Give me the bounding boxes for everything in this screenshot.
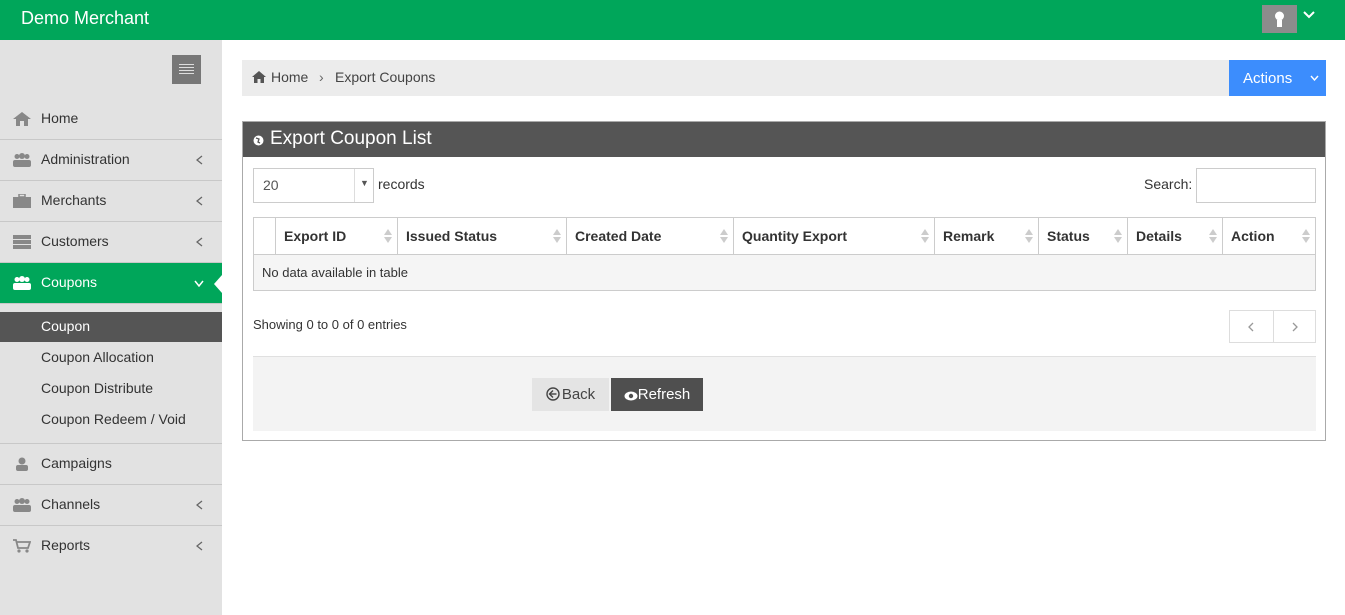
records-label: records xyxy=(378,176,425,192)
sort-icon xyxy=(1114,229,1122,243)
submenu-item-coupon-allocation[interactable]: Coupon Allocation xyxy=(0,343,222,373)
previous-page-button[interactable] xyxy=(1230,311,1273,342)
chevron-left-icon xyxy=(196,155,203,165)
sort-icon xyxy=(1025,229,1033,243)
empty-table-message: No data available in table xyxy=(262,265,408,280)
breadcrumb: Home › Export Coupons xyxy=(242,60,1229,96)
column-header-issued-status[interactable]: Issued Status xyxy=(397,218,566,255)
brand-title[interactable]: Demo Merchant xyxy=(21,8,149,29)
back-button[interactable]: Back xyxy=(532,378,609,411)
users-icon xyxy=(13,153,31,167)
cart-icon xyxy=(13,539,31,553)
breadcrumb-home-link[interactable]: Home xyxy=(271,69,308,85)
submenu-item-label: Coupon xyxy=(41,318,91,334)
submenu-item-coupon-redeem-void[interactable]: Coupon Redeem / Void xyxy=(0,405,222,435)
breadcrumb-separator: › xyxy=(319,69,324,85)
sidebar-item-label: Coupons xyxy=(41,274,98,290)
column-header-remark[interactable]: Remark xyxy=(934,218,1038,255)
users-icon xyxy=(13,276,31,290)
page-length-value: 20 xyxy=(263,177,279,193)
eye-icon xyxy=(624,391,638,401)
sidebar: Home Administration Merchants Customers … xyxy=(0,40,222,615)
chevron-down-icon xyxy=(194,280,204,287)
coupons-submenu: Coupon Coupon Allocation Coupon Distribu… xyxy=(0,304,222,444)
breadcrumb-current: Export Coupons xyxy=(335,69,436,85)
actions-dropdown-button[interactable]: Actions xyxy=(1229,60,1326,96)
refresh-button[interactable]: Refresh xyxy=(611,378,703,411)
sort-icon xyxy=(553,229,561,243)
caret-down-icon: ▼ xyxy=(360,178,369,188)
submenu-item-coupon[interactable]: Coupon xyxy=(0,312,222,342)
sidebar-item-home[interactable]: Home xyxy=(0,99,222,140)
sidebar-item-reports[interactable]: Reports xyxy=(0,526,222,567)
sort-icon xyxy=(1302,229,1310,243)
sidebar-item-label: Reports xyxy=(41,537,91,553)
chevron-left-icon xyxy=(196,196,203,206)
column-header-created-date[interactable]: Created Date xyxy=(566,218,733,255)
pagination xyxy=(1229,310,1316,343)
sidebar-item-label: Customers xyxy=(41,233,109,249)
chevron-right-icon xyxy=(1292,322,1298,332)
users-icon xyxy=(13,498,31,512)
home-icon xyxy=(13,112,31,126)
search-label: Search: xyxy=(1144,176,1193,192)
sidebar-item-customers[interactable]: Customers xyxy=(0,222,222,263)
sidebar-item-campaigns[interactable]: Campaigns xyxy=(0,444,222,485)
sidebar-item-label: Home xyxy=(41,110,79,126)
user-icon xyxy=(1275,11,1284,27)
next-page-button[interactable] xyxy=(1273,311,1316,342)
sidebar-item-label: Campaigns xyxy=(41,455,112,471)
submenu-item-coupon-distribute[interactable]: Coupon Distribute xyxy=(0,374,222,404)
sidebar-toggle-button[interactable] xyxy=(172,55,201,84)
briefcase-icon xyxy=(13,194,31,208)
form-actions: Back Refresh xyxy=(253,356,1316,431)
column-header-quantity-export[interactable]: Quantity Export xyxy=(733,218,934,255)
sidebar-item-label: Merchants xyxy=(41,192,107,208)
panel-title: Export Coupon List xyxy=(270,128,432,149)
back-label: Back xyxy=(561,386,596,403)
page-length-select[interactable]: 20 ▼ xyxy=(253,168,374,203)
user-avatar[interactable] xyxy=(1262,5,1297,33)
refresh-label: Refresh xyxy=(637,386,691,403)
actions-label: Actions xyxy=(1243,69,1293,87)
column-header-action[interactable]: Action xyxy=(1222,218,1315,255)
active-indicator xyxy=(214,275,222,293)
arrow-circle-left-icon xyxy=(546,387,560,401)
table-header: Export ID Issued Status Created Date Qua… xyxy=(254,218,1315,255)
sidebar-item-channels[interactable]: Channels xyxy=(0,485,222,526)
search-input[interactable] xyxy=(1196,168,1316,203)
chevron-left-icon xyxy=(196,541,203,551)
top-navbar: Demo Merchant xyxy=(0,0,1345,40)
export-coupon-table: Export ID Issued Status Created Date Qua… xyxy=(253,217,1316,291)
globe-icon xyxy=(253,135,264,146)
user-icon xyxy=(16,457,28,471)
sort-icon xyxy=(1209,229,1217,243)
panel-header: Export Coupon List xyxy=(243,122,1325,157)
chevron-left-icon xyxy=(196,237,203,247)
sidebar-item-coupons[interactable]: Coupons xyxy=(0,263,222,304)
server-icon xyxy=(13,235,31,249)
table-row: No data available in table xyxy=(254,255,1315,290)
column-header-details[interactable]: Details xyxy=(1127,218,1222,255)
sidebar-item-label: Administration xyxy=(41,151,130,167)
sort-icon xyxy=(720,229,728,243)
chevron-left-icon xyxy=(1248,322,1254,332)
table-info: Showing 0 to 0 of 0 entries xyxy=(253,317,407,332)
submenu-item-label: Coupon Allocation xyxy=(41,349,154,365)
submenu-item-label: Coupon Redeem / Void xyxy=(41,411,186,427)
submenu-item-label: Coupon Distribute xyxy=(41,380,154,396)
chevron-left-icon xyxy=(196,500,203,510)
sidebar-item-label: Channels xyxy=(41,496,101,512)
home-icon xyxy=(252,71,266,83)
column-header-select xyxy=(254,218,275,255)
sidebar-item-merchants[interactable]: Merchants xyxy=(0,181,222,222)
column-header-status[interactable]: Status xyxy=(1038,218,1127,255)
chevron-down-icon[interactable] xyxy=(1303,11,1315,19)
sort-icon xyxy=(921,229,929,243)
chevron-down-icon xyxy=(1310,75,1319,81)
sort-icon xyxy=(384,229,392,243)
column-header-export-id[interactable]: Export ID xyxy=(275,218,397,255)
export-coupon-panel: Export Coupon List 20 ▼ records Search: … xyxy=(242,121,1326,441)
sidebar-item-administration[interactable]: Administration xyxy=(0,140,222,181)
